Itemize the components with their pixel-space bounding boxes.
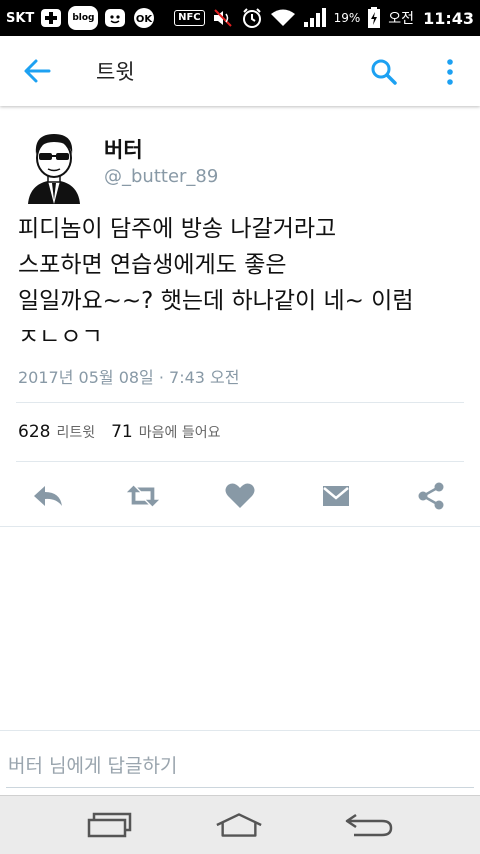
- reply-icon[interactable]: [31, 479, 65, 513]
- tweet-text-line: 피디놈이 담주에 방송 나갈거라고: [18, 216, 337, 242]
- tweet-text-line: ㅈㄴㅇㄱ: [18, 324, 103, 350]
- status-time: 11:43: [423, 8, 474, 28]
- recent-apps-icon[interactable]: [85, 810, 135, 840]
- status-bar: SKT blog OK NFC 19% 오전 11:43: [0, 0, 480, 36]
- search-icon[interactable]: [370, 58, 398, 86]
- reply-input-underline: [6, 787, 474, 788]
- tweet-actions: [0, 473, 480, 519]
- author-handle[interactable]: @_butter_89: [104, 166, 218, 187]
- battery-percent: 19%: [333, 11, 361, 25]
- alarm-icon: [241, 8, 263, 28]
- status-ampm: 오전: [388, 11, 415, 27]
- like-count[interactable]: 71: [111, 422, 133, 442]
- ok-badge-label: OK: [136, 14, 154, 25]
- tweet-text: 피디놈이 담주에 방송 나갈거라고 스포하면 연습생에게도 좋은 일일까요~~?…: [18, 211, 468, 355]
- divider: [0, 526, 480, 527]
- author-name[interactable]: 버터: [104, 134, 143, 164]
- tweet-stats: 628 리트윗 71 마음에 들어요: [18, 422, 236, 442]
- plus-notification-icon: [40, 8, 62, 28]
- envelope-icon[interactable]: [319, 479, 353, 513]
- app-bar: 트윗: [0, 36, 480, 106]
- signal-icon: [303, 8, 327, 28]
- page-title: 트윗: [96, 60, 135, 84]
- wifi-icon: [270, 8, 296, 28]
- divider: [16, 461, 464, 462]
- battery-charging-icon: [367, 7, 381, 28]
- system-nav-bar: [0, 795, 480, 854]
- arrow-left-icon[interactable]: [22, 57, 52, 85]
- emoji-notification-icon: [104, 8, 126, 28]
- nav-back-icon[interactable]: [344, 810, 394, 840]
- heart-icon[interactable]: [223, 479, 257, 513]
- retweet-icon[interactable]: [126, 479, 160, 513]
- share-icon[interactable]: [414, 479, 448, 513]
- reply-input[interactable]: 버터 님에게 답글하기: [8, 751, 177, 778]
- mute-icon: [212, 8, 234, 28]
- tweet-text-line: 스포하면 연습생에게도 좋은: [18, 252, 287, 278]
- nfc-indicator: NFC: [174, 10, 205, 26]
- tweet-timestamp: 2017년 05월 08일 · 7:43 오전: [18, 368, 240, 387]
- retweet-label[interactable]: 리트윗: [56, 422, 95, 442]
- divider: [16, 402, 464, 403]
- more-vertical-icon[interactable]: [440, 58, 460, 86]
- carrier-label: SKT: [6, 10, 35, 26]
- tweet-text-line: 일일까요~~? 햇는데 하나같이 네~ 이럼: [18, 288, 414, 314]
- reply-bar: 버터 님에게 답글하기: [0, 730, 480, 793]
- ok-notification-icon: OK: [132, 8, 156, 28]
- avatar[interactable]: [18, 126, 90, 204]
- retweet-count[interactable]: 628: [18, 422, 50, 442]
- blog-notification-icon: blog: [68, 6, 99, 30]
- home-icon[interactable]: [214, 810, 264, 840]
- like-label[interactable]: 마음에 들어요: [139, 422, 221, 442]
